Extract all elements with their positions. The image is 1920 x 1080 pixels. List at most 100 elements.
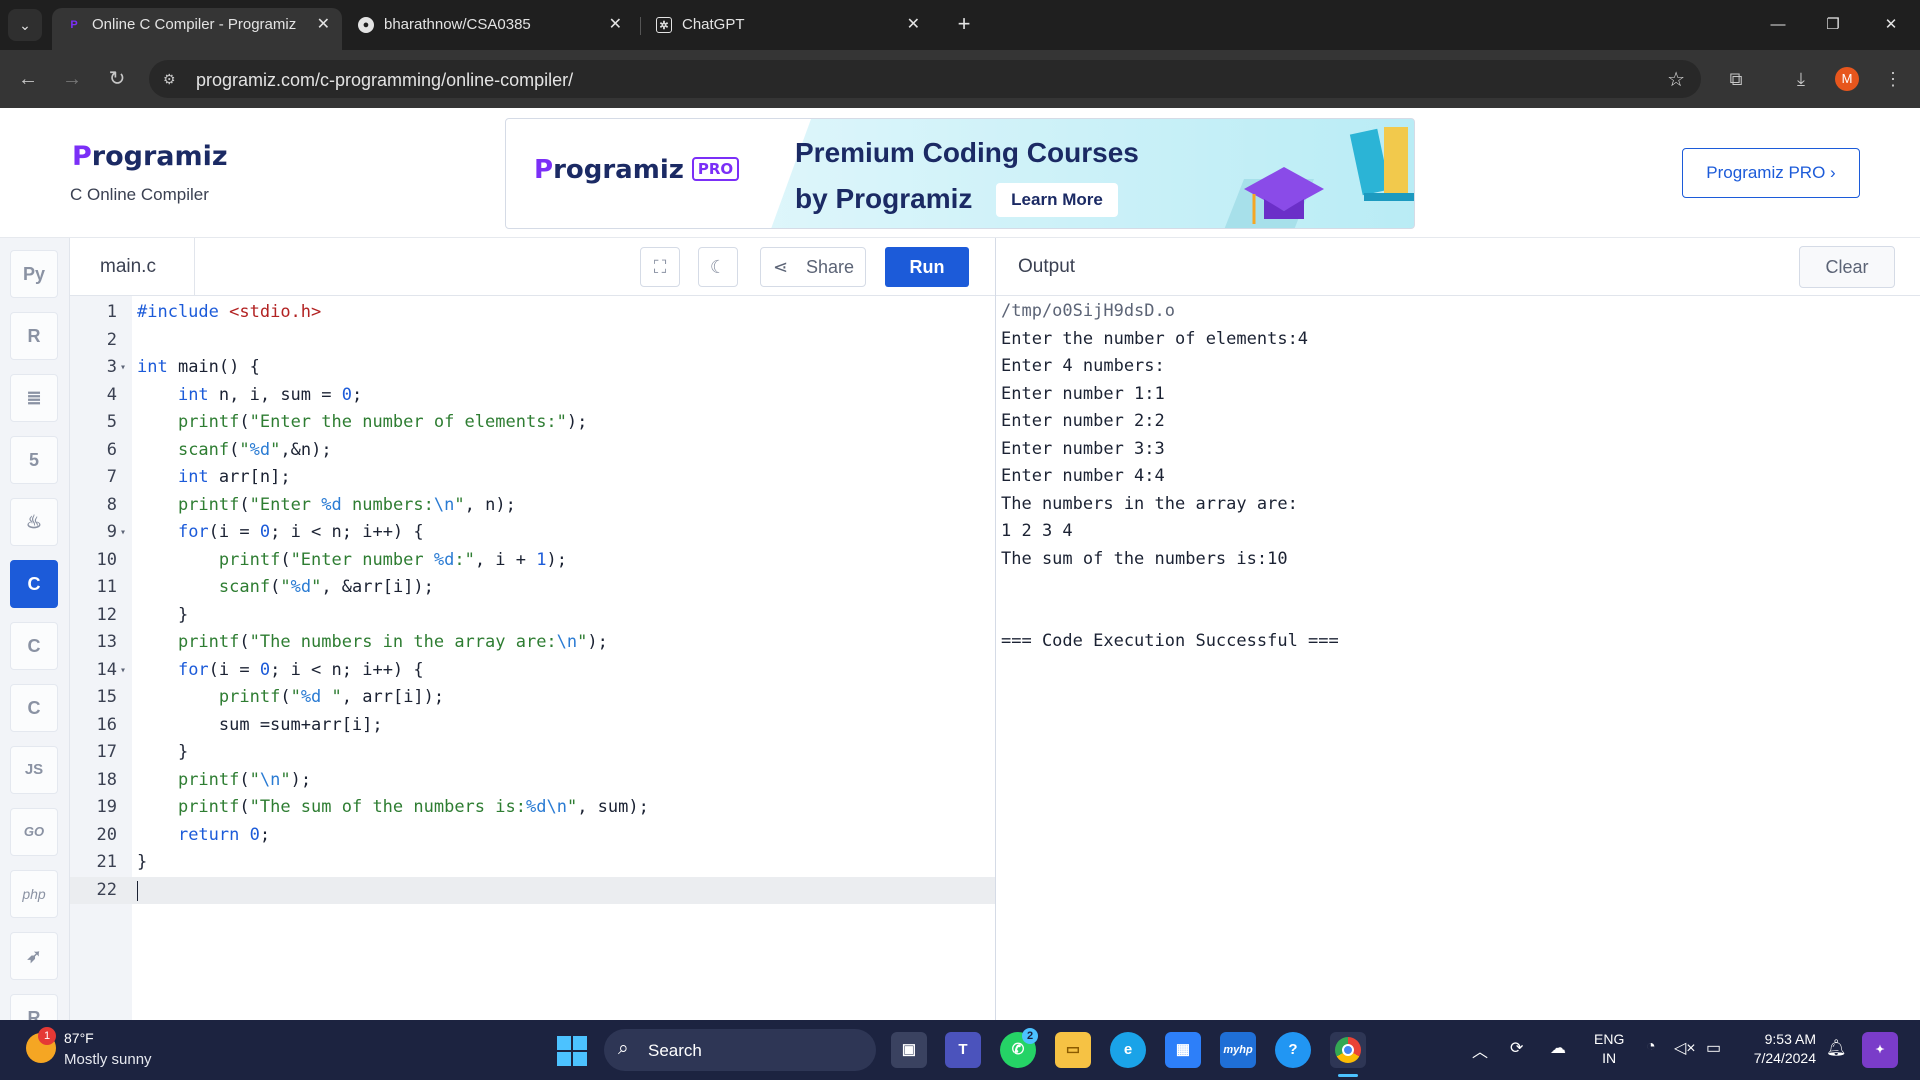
code-text[interactable]: } (137, 849, 147, 877)
promo-banner[interactable]: Programiz PRO Premium Coding Courses by P… (505, 118, 1415, 229)
go-icon[interactable]: GO (10, 808, 58, 856)
code-text[interactable]: printf("Enter the number of elements:"); (137, 409, 587, 437)
tab-search-button[interactable]: ⌄ (8, 9, 42, 41)
code-text[interactable]: printf("\n"); (137, 767, 311, 795)
code-line[interactable]: 20 return 0; (70, 822, 995, 850)
code-line[interactable]: 3 ▾ int main() { (70, 354, 995, 382)
code-line[interactable]: 9 ▾ for(i = 0; i < n; i++) { (70, 519, 995, 547)
close-tab-icon[interactable]: ✕ (317, 8, 330, 42)
cpp-icon[interactable]: C (10, 622, 58, 670)
wifi-icon[interactable]: ◔ (1646, 1038, 1656, 1056)
tab-chatgpt[interactable]: ✲ ChatGPT ✕ (642, 8, 932, 50)
code-text[interactable]: for(i = 0; i < n; i++) { (137, 519, 424, 547)
file-explorer-icon[interactable]: ▭ (1055, 1032, 1091, 1068)
code-text[interactable]: printf("The numbers in the array are:\n"… (137, 629, 608, 657)
programiz-pro-button[interactable]: Programiz PRO › (1682, 148, 1860, 198)
bookmark-star-icon[interactable]: ☆ (1667, 67, 1685, 92)
minimize-icon[interactable]: — (1763, 10, 1793, 40)
code-line[interactable]: 8 printf("Enter %d numbers:\n", n); (70, 492, 995, 520)
taskbar-search[interactable]: ⌕ Search (604, 1029, 876, 1071)
code-text[interactable]: printf("The sum of the numbers is:%d\n",… (137, 794, 649, 822)
python-icon[interactable]: Py (10, 250, 58, 298)
code-line[interactable]: 15 printf("%d ", arr[i]); (70, 684, 995, 712)
code-line[interactable]: 22 (70, 876, 995, 904)
clear-button[interactable]: Clear (1799, 246, 1895, 288)
fold-arrow-icon[interactable]: ▾ (120, 657, 126, 685)
address-bar[interactable]: ⚙ programiz.com/c-programming/online-com… (149, 60, 1701, 98)
r-icon[interactable]: R (10, 312, 58, 360)
sql-database-icon[interactable]: ≣ (10, 374, 58, 422)
edge-icon[interactable]: e (1110, 1032, 1146, 1068)
speaker-muted-icon[interactable]: ◁× (1674, 1038, 1696, 1058)
dark-mode-moon-icon[interactable]: ☾ (698, 247, 738, 287)
code-text[interactable]: printf("Enter number %d:", i + 1); (137, 547, 567, 575)
code-line[interactable]: 19 printf("The sum of the numbers is:%d\… (70, 794, 995, 822)
microsoft-store-icon[interactable]: ▦ (1165, 1032, 1201, 1068)
copilot-icon[interactable]: ✦ (1862, 1032, 1898, 1068)
code-text[interactable]: #include <stdio.h> (137, 299, 321, 327)
show-hidden-icons-chevron[interactable]: ︿ (1472, 1038, 1488, 1062)
c-language-icon[interactable]: C (10, 560, 58, 608)
code-text[interactable]: printf("%d ", arr[i]); (137, 684, 444, 712)
code-text[interactable]: int main() { (137, 354, 260, 382)
site-info-icon[interactable]: ⚙ (163, 69, 183, 89)
code-line[interactable]: 7 int arr[n]; (70, 464, 995, 492)
code-line[interactable]: 18 printf("\n"); (70, 767, 995, 795)
tab-programiz[interactable]: P Online C Compiler - Programiz ✕ (52, 8, 342, 50)
fullscreen-icon[interactable]: ⛶ (640, 247, 680, 287)
code-line[interactable]: 14 ▾ for(i = 0; i < n; i++) { (70, 657, 995, 685)
weather-temperature[interactable]: 87°F (64, 1030, 94, 1046)
code-line[interactable]: 13 printf("The numbers in the array are:… (70, 629, 995, 657)
code-text[interactable]: sum =sum+arr[i]; (137, 712, 383, 740)
html5-icon[interactable]: 5 (10, 436, 58, 484)
notification-bell-icon[interactable]: 🔔︎ (1826, 1038, 1846, 1058)
forward-arrow-icon[interactable]: → (55, 62, 89, 96)
battery-icon[interactable]: ▭ (1706, 1038, 1721, 1058)
code-text[interactable]: } (137, 739, 188, 767)
swift-icon[interactable]: ➶ (10, 932, 58, 980)
code-line[interactable]: 6 scanf("%d",&n); (70, 437, 995, 465)
reload-icon[interactable]: ↻ (100, 62, 134, 96)
programiz-logo[interactable]: Programiz (72, 141, 228, 172)
close-window-icon[interactable]: ✕ (1876, 10, 1906, 40)
php-icon[interactable]: php (10, 870, 58, 918)
code-text[interactable]: } (137, 602, 188, 630)
csharp-icon[interactable]: C (10, 684, 58, 732)
code-line[interactable]: 10 printf("Enter number %d:", i + 1); (70, 547, 995, 575)
back-arrow-icon[interactable]: ← (11, 62, 45, 96)
run-button[interactable]: Run (885, 247, 969, 287)
code-line[interactable]: 11 scanf("%d", &arr[i]); (70, 574, 995, 602)
weather-condition[interactable]: Mostly sunny (64, 1051, 152, 1068)
code-text[interactable]: for(i = 0; i < n; i++) { (137, 657, 424, 685)
url-text[interactable]: programiz.com/c-programming/online-compi… (196, 70, 573, 91)
rust-icon[interactable]: R (10, 994, 58, 1020)
code-text[interactable]: int arr[n]; (137, 464, 291, 492)
extensions-icon[interactable]: ⧉ (1721, 64, 1751, 94)
code-line[interactable]: 5 printf("Enter the number of elements:"… (70, 409, 995, 437)
system-clock[interactable]: 9:53 AM 7/24/2024 (1744, 1030, 1816, 1068)
restore-icon[interactable]: ❐ (1818, 10, 1848, 40)
windows-start-icon[interactable] (557, 1036, 587, 1066)
code-line[interactable]: 12 } (70, 602, 995, 630)
code-text[interactable]: scanf("%d",&n); (137, 437, 332, 465)
file-tab-main-c[interactable]: main.c (70, 238, 195, 296)
code-line[interactable]: 1 #include <stdio.h> (70, 299, 995, 327)
fold-arrow-icon[interactable]: ▾ (120, 519, 126, 547)
myhp-icon[interactable]: myhp (1220, 1032, 1256, 1068)
profile-avatar[interactable]: M (1835, 67, 1859, 91)
learn-more-button[interactable]: Learn More (996, 183, 1118, 217)
code-text[interactable]: scanf("%d", &arr[i]); (137, 574, 434, 602)
javascript-icon[interactable]: JS (10, 746, 58, 794)
close-tab-icon[interactable]: ✕ (907, 8, 920, 42)
more-menu-icon[interactable]: ⋮ (1878, 64, 1908, 94)
teams-icon[interactable]: T (945, 1032, 981, 1068)
close-tab-icon[interactable]: ✕ (609, 8, 622, 42)
code-text[interactable]: int n, i, sum = 0; (137, 382, 362, 410)
code-text[interactable]: return 0; (137, 822, 270, 850)
code-text[interactable]: printf("Enter %d numbers:\n", n); (137, 492, 516, 520)
tab-github[interactable]: ● bharathnow/CSA0385 ✕ (344, 8, 634, 50)
java-icon[interactable]: ♨ (10, 498, 58, 546)
code-line[interactable]: 2 (70, 327, 995, 355)
code-editor[interactable]: 1 #include <stdio.h> 2 3 ▾ int main() {4 int … (70, 296, 995, 1020)
code-line[interactable]: 4 int n, i, sum = 0; (70, 382, 995, 410)
